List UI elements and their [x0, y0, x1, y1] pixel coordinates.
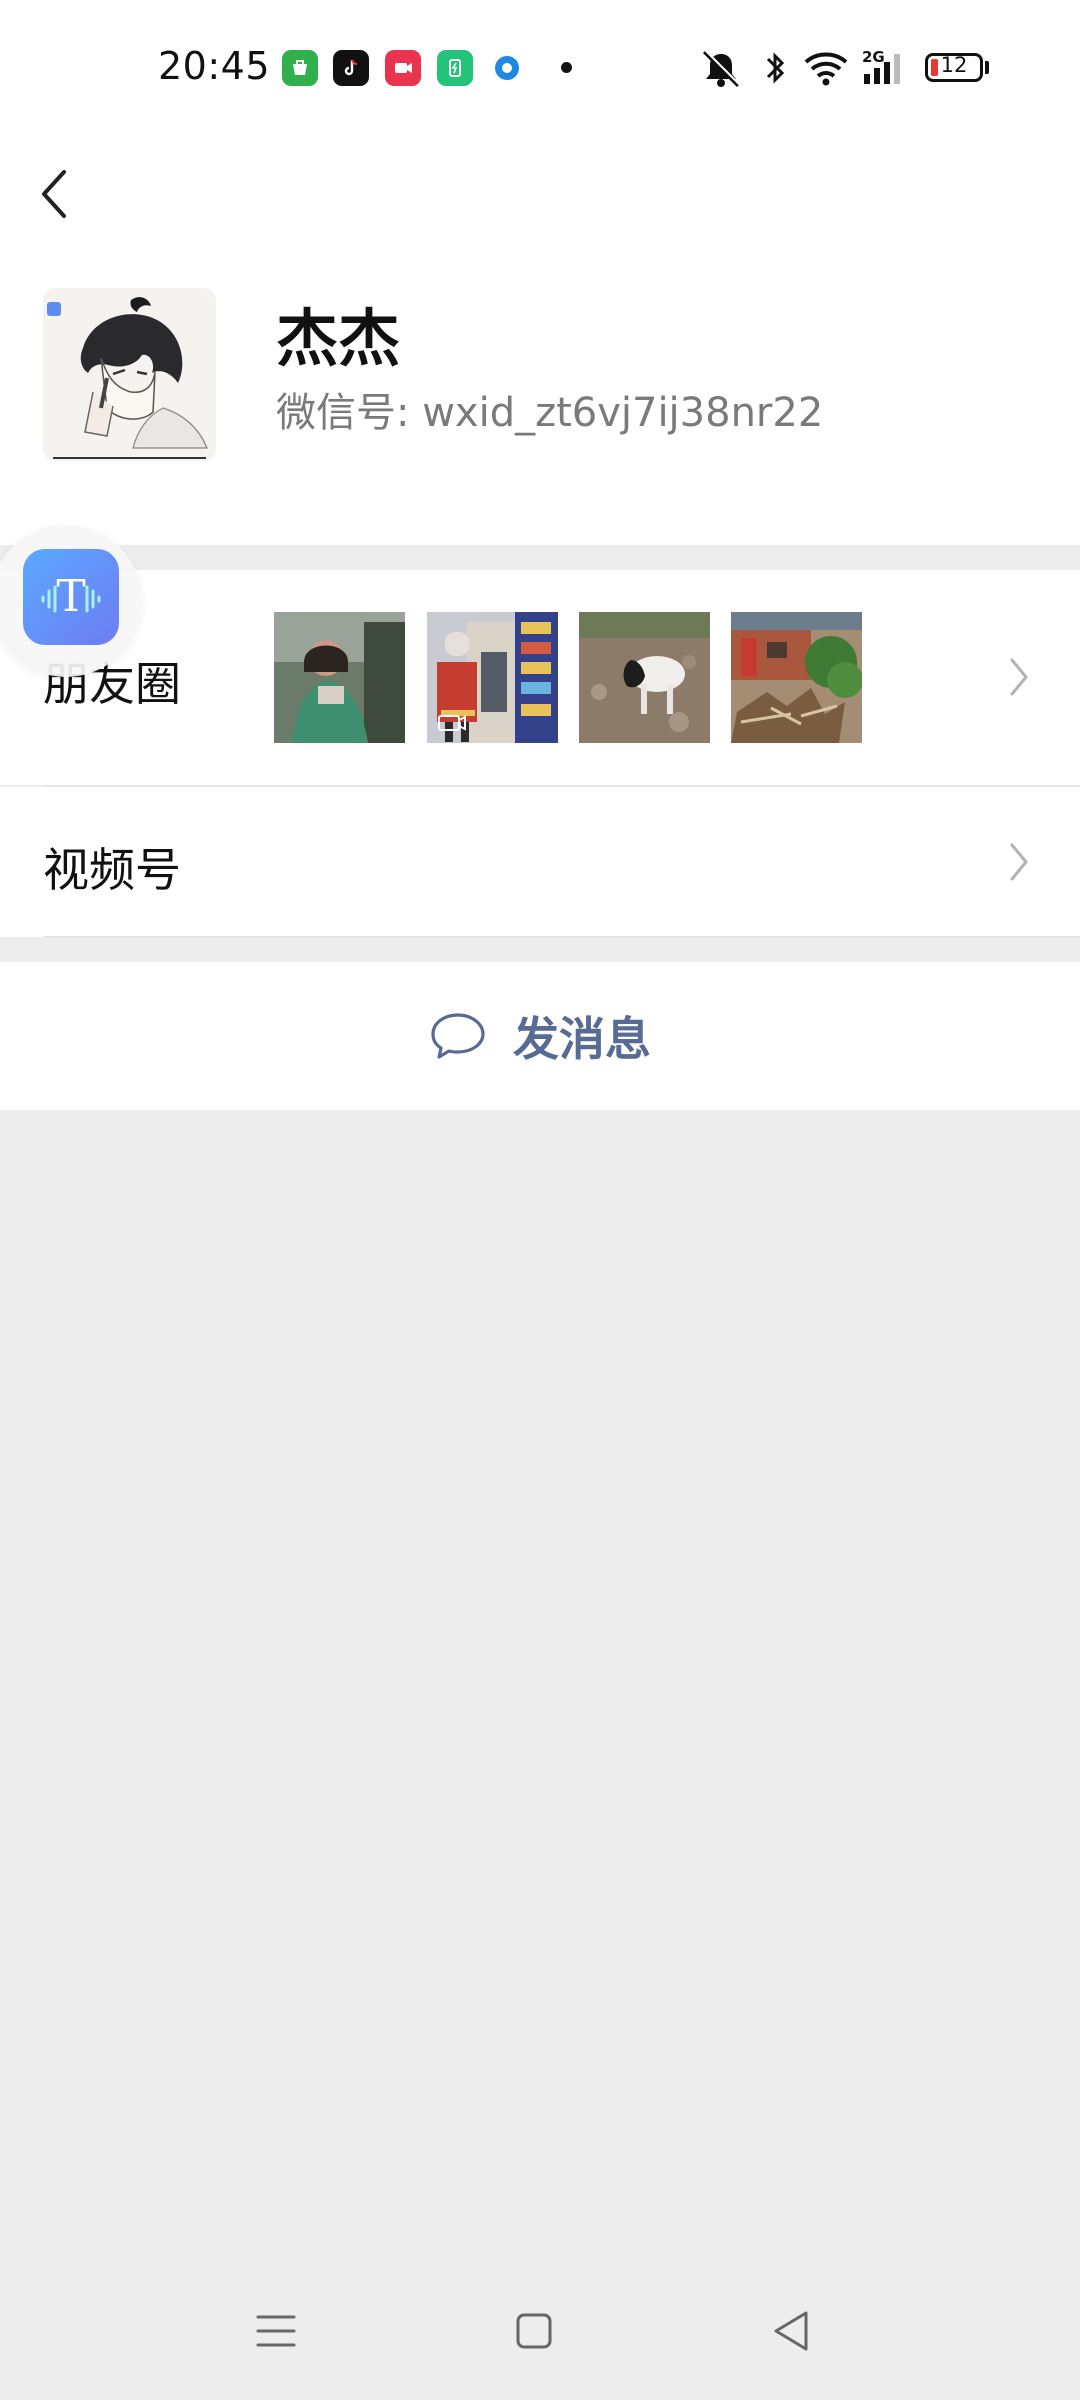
channels-row[interactable]: 视频号	[0, 787, 1080, 937]
wifi-icon	[804, 52, 848, 86]
channels-label: 视频号	[43, 843, 181, 897]
chevron-right-icon	[1010, 658, 1028, 696]
profile-name: 杰杰	[276, 302, 401, 375]
wechat-id: 微信号: wxid_zt6vj7ij38nr22	[276, 390, 824, 436]
cellular-signal-icon: 2G	[862, 48, 900, 84]
moments-thumbnail	[579, 612, 710, 743]
home-square-icon[interactable]	[510, 2307, 558, 2355]
app-store-notification-icon	[282, 50, 318, 86]
moments-row[interactable]: 朋友圈	[0, 570, 1080, 785]
menu-icon[interactable]	[252, 2307, 300, 2355]
moments-thumbnail	[731, 612, 862, 743]
battery-saver-notification-icon	[437, 50, 473, 86]
send-message-button[interactable]: 发消息	[0, 962, 1080, 1110]
battery-icon: 12	[925, 53, 983, 82]
profile-header: 杰杰 微信号: wxid_zt6vj7ij38nr22	[0, 140, 1080, 545]
avatar[interactable]	[43, 288, 216, 461]
mute-bell-icon	[702, 50, 741, 88]
chevron-right-icon	[1010, 843, 1028, 881]
svg-text:2G: 2G	[862, 48, 885, 66]
svg-text:T: T	[56, 571, 85, 622]
status-time: 20:45	[158, 44, 271, 88]
status-bar: 20:45 2G 12	[0, 0, 1080, 140]
tiktok-notification-icon	[333, 50, 369, 86]
speech-bubble-icon	[431, 1013, 485, 1059]
bluetooth-icon	[766, 52, 785, 84]
text-assistant-icon: T	[23, 549, 119, 645]
back-button[interactable]	[30, 154, 80, 234]
avatar-illustration	[43, 288, 216, 461]
moments-thumbnail	[427, 612, 558, 743]
more-notifications-dot-icon	[561, 62, 572, 73]
battery-tip	[985, 61, 989, 74]
row-divider	[43, 936, 1080, 938]
browser-notification-icon	[489, 50, 525, 86]
screen-recorder-notification-icon	[385, 50, 421, 86]
send-message-label: 发消息	[513, 1012, 651, 1066]
moments-thumbnail	[274, 612, 405, 743]
triangle-back-icon[interactable]	[768, 2307, 816, 2355]
battery-percent: 12	[940, 53, 968, 77]
